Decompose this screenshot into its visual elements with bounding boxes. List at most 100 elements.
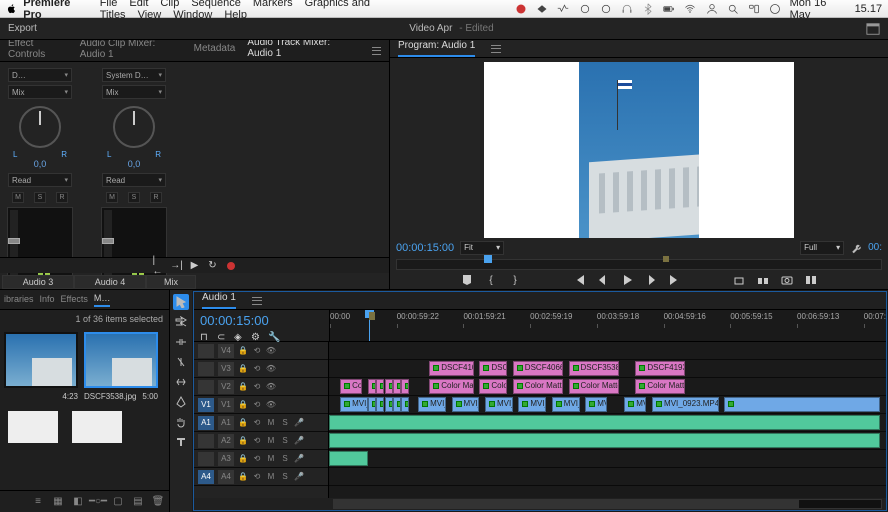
timeline-clip[interactable] [368, 397, 376, 412]
type-tool-icon[interactable] [173, 434, 189, 450]
menubar-date[interactable]: Mon 16 May [790, 0, 847, 21]
timeline-clip[interactable] [385, 397, 393, 412]
solo-button[interactable]: S [34, 192, 46, 203]
lock-icon[interactable]: 🔒 [238, 435, 248, 447]
track-targeting[interactable]: V1 [218, 398, 234, 412]
menu-help[interactable]: Help [224, 9, 247, 21]
toggle-output-icon[interactable]: 👁 [266, 399, 276, 411]
automation-mode-select[interactable]: Read▾ [102, 173, 166, 187]
track-select-tool-icon[interactable] [173, 314, 189, 330]
status-icon[interactable] [557, 2, 570, 16]
menu-edit[interactable]: Edit [129, 0, 148, 9]
source-patch[interactable] [198, 452, 214, 466]
lock-icon[interactable]: 🔒 [238, 453, 248, 465]
media-thumbnail[interactable] [8, 411, 58, 443]
go-to-in-icon[interactable]: |← [153, 260, 165, 272]
sync-lock-icon[interactable]: ⟲ [252, 471, 262, 483]
sync-lock-icon[interactable]: ⟲ [252, 381, 262, 393]
export-link[interactable]: Export [8, 23, 37, 34]
program-monitor[interactable] [484, 62, 794, 238]
timeline-ruler[interactable]: 00:0000:00:59:2200:01:59:2100:02:59:1900… [329, 310, 886, 341]
track-header-v2[interactable]: V2 🔒 ⟲ 👁 [194, 378, 328, 396]
extract-icon[interactable] [756, 273, 770, 287]
pen-tool-icon[interactable] [173, 394, 189, 410]
lock-icon[interactable]: 🔒 [238, 345, 248, 357]
timeline-track[interactable]: MVI_092MVI_09MVI_MVI_MVI_MVI_MVI_MVI_0MV… [329, 396, 886, 414]
status-icon[interactable] [514, 2, 527, 16]
tab-metadata[interactable]: Metadata [194, 43, 236, 58]
track-header-v4[interactable]: V4 🔒 ⟲ 👁 [194, 342, 328, 360]
channel-bus-select[interactable]: Mix▾ [8, 85, 72, 99]
step-back-icon[interactable] [596, 273, 610, 287]
mute-button[interactable]: M [12, 192, 24, 203]
tab-audio-clip-mixer[interactable]: Audio Clip Mixer: Audio 1 [80, 40, 182, 64]
mute-button[interactable]: M [266, 471, 276, 483]
tab-program[interactable]: Program: Audio 1 [398, 40, 475, 57]
comparison-view-icon[interactable] [804, 273, 818, 287]
sync-lock-icon[interactable]: ⟲ [252, 399, 262, 411]
menu-view[interactable]: View [138, 9, 162, 21]
pan-knob[interactable] [19, 106, 61, 148]
timeline-clip[interactable] [385, 379, 393, 394]
voice-over-icon[interactable]: 🎤 [294, 417, 304, 429]
ripple-edit-tool-icon[interactable] [173, 334, 189, 350]
toggle-output-icon[interactable]: 👁 [266, 345, 276, 357]
mark-out-icon[interactable]: } [508, 273, 522, 287]
menu-clip[interactable]: Clip [160, 0, 179, 9]
sync-lock-icon[interactable]: ⟲ [252, 345, 262, 357]
tab-effects[interactable]: Effects [61, 294, 88, 306]
solo-button[interactable]: S [280, 453, 290, 465]
timeline-clip[interactable]: MVI_ [585, 397, 607, 412]
timeline-clip[interactable]: MVI_092 [340, 397, 368, 412]
source-patch[interactable] [198, 362, 214, 376]
sequence-tab[interactable]: Audio 1 [202, 292, 236, 309]
icon-view-icon[interactable]: ▦ [51, 495, 65, 509]
solo-button[interactable]: S [280, 435, 290, 447]
export-frame-icon[interactable] [780, 273, 794, 287]
timeline-clip[interactable] [401, 379, 409, 394]
slip-tool-icon[interactable] [173, 374, 189, 390]
timeline-clip[interactable]: MVI_ [452, 397, 480, 412]
track-header-a3[interactable]: A3 🔒 ⟲ M S 🎤 [194, 450, 328, 468]
track-content-area[interactable]: DSCF4107-2.jDSCF406DSCF4066-2.jpgDSCF353… [329, 342, 886, 498]
timeline-clip[interactable]: DSCF406 [479, 361, 507, 376]
list-view-icon[interactable]: ≡ [31, 495, 45, 509]
track-targeting[interactable]: A1 [218, 416, 234, 430]
track-header-v3[interactable]: V3 🔒 ⟲ 👁 [194, 360, 328, 378]
bluetooth-icon[interactable] [641, 2, 654, 16]
panel-menu-icon[interactable] [491, 45, 501, 53]
mute-button[interactable]: M [266, 453, 276, 465]
timeline-clip[interactable]: MVI_0 [624, 397, 646, 412]
media-thumbnail[interactable] [84, 332, 158, 388]
track-header-v1[interactable]: V1 V1 🔒 ⟲ 👁 [194, 396, 328, 414]
record-icon[interactable] [225, 260, 237, 272]
timeline-clip[interactable] [329, 433, 880, 448]
tab-info[interactable]: Info [40, 294, 55, 306]
razor-tool-icon[interactable] [173, 354, 189, 370]
solo-button[interactable]: S [128, 192, 140, 203]
channel-device-select[interactable]: D…▾ [8, 68, 72, 82]
track-targeting[interactable]: V4 [218, 344, 234, 358]
track-header-a2[interactable]: A2 🔒 ⟲ M S 🎤 [194, 432, 328, 450]
track-targeting[interactable]: A2 [218, 434, 234, 448]
siri-icon[interactable] [768, 2, 781, 16]
timeline-clip[interactable] [393, 397, 401, 412]
play-icon[interactable]: ▶ [189, 260, 201, 272]
track-targeting[interactable]: A4 [218, 470, 234, 484]
status-icon[interactable] [599, 2, 612, 16]
menu-sequence[interactable]: Sequence [191, 0, 241, 9]
mute-button[interactable]: M [266, 435, 276, 447]
timeline-clip[interactable] [329, 415, 880, 430]
source-patch[interactable]: V1 [198, 398, 214, 412]
solo-button[interactable]: S [280, 417, 290, 429]
track-targeting[interactable]: A3 [218, 452, 234, 466]
control-center-icon[interactable] [747, 2, 760, 16]
lock-icon[interactable]: 🔒 [238, 399, 248, 411]
user-icon[interactable] [705, 2, 718, 16]
timeline-clip[interactable] [329, 451, 368, 466]
media-thumbnail[interactable] [4, 332, 78, 388]
timeline-clip[interactable]: MVI_ [485, 397, 513, 412]
source-patch[interactable] [198, 344, 214, 358]
sync-lock-icon[interactable]: ⟲ [252, 417, 262, 429]
toggle-output-icon[interactable]: 👁 [266, 363, 276, 375]
